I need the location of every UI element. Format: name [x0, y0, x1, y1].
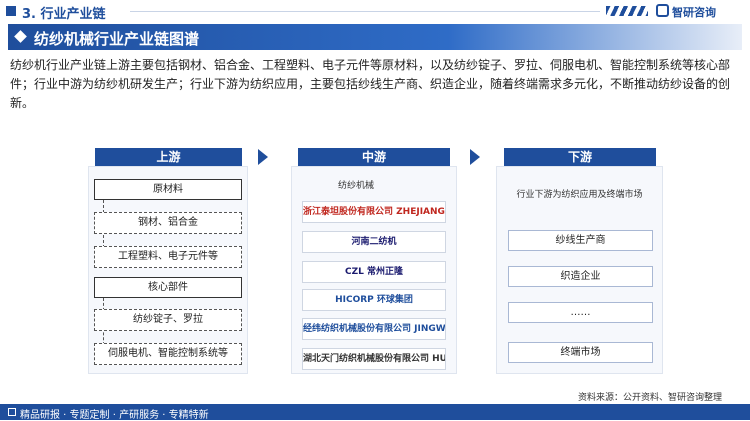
company-logo: 河南二纺机 — [302, 231, 446, 253]
company-logo: 浙江泰坦股份有限公司 ZHEJIANG TAITAN CO., LTD. — [302, 201, 446, 223]
core-item: 伺服电机、智能控制系统等 — [94, 343, 242, 365]
banner-title: 纺纱机械行业产业链图谱 — [34, 30, 200, 48]
section-marker-icon — [6, 6, 16, 16]
company-logo: 湖北天门纺织机械股份有限公司 HUBEI TIANMEN TEXTILE MAC… — [302, 348, 446, 370]
downstream-subtitle: 行业下游为纺织应用及终端市场 — [516, 190, 643, 200]
company-logo: 经纬纺织机械股份有限公司 JINGWEI TEXTILE MACHINERY C… — [302, 318, 446, 340]
upstream-header: 上游 — [95, 148, 242, 166]
company-logo: CZL 常州正隆 — [302, 261, 446, 283]
midstream-subtitle: 纺纱机械 — [337, 181, 374, 191]
raw-item: 工程塑料、电子元件等 — [94, 246, 242, 268]
brand-name: 智研咨询 — [672, 6, 716, 19]
source-note: 资料来源：公开资料、智研咨询整理 — [578, 393, 723, 403]
stripes-decoration — [606, 6, 648, 16]
downstream-item: …… — [508, 302, 653, 323]
core-item: 纺纱锭子、罗拉 — [94, 309, 242, 331]
flow-arrow-icon — [470, 149, 480, 165]
downstream-header: 下游 — [504, 148, 656, 166]
raw-materials-title: 原材料 — [94, 179, 242, 200]
header-divider — [130, 11, 600, 12]
footer-brand-icon — [8, 408, 16, 416]
intro-paragraph: 纺纱机行业产业链上游主要包括钢材、铝合金、工程塑料、电子元件等原材料，以及纺纱锭… — [10, 58, 731, 110]
company-logo: HICORP 环球集团 — [302, 289, 446, 311]
downstream-item: 终端市场 — [508, 342, 653, 363]
core-parts-title: 核心部件 — [94, 277, 242, 298]
brand-logo-icon — [656, 4, 669, 17]
midstream-header: 中游 — [298, 148, 450, 166]
downstream-item: 纱线生产商 — [508, 230, 653, 251]
downstream-item: 织造企业 — [508, 266, 653, 287]
flow-arrow-icon — [258, 149, 268, 165]
section-title: 3. 行业产业链 — [22, 7, 106, 22]
raw-item: 钢材、铝合金 — [94, 212, 242, 234]
footer-services: 精品研报 · 专题定制 · 产研服务 · 专精特新 — [20, 410, 209, 421]
